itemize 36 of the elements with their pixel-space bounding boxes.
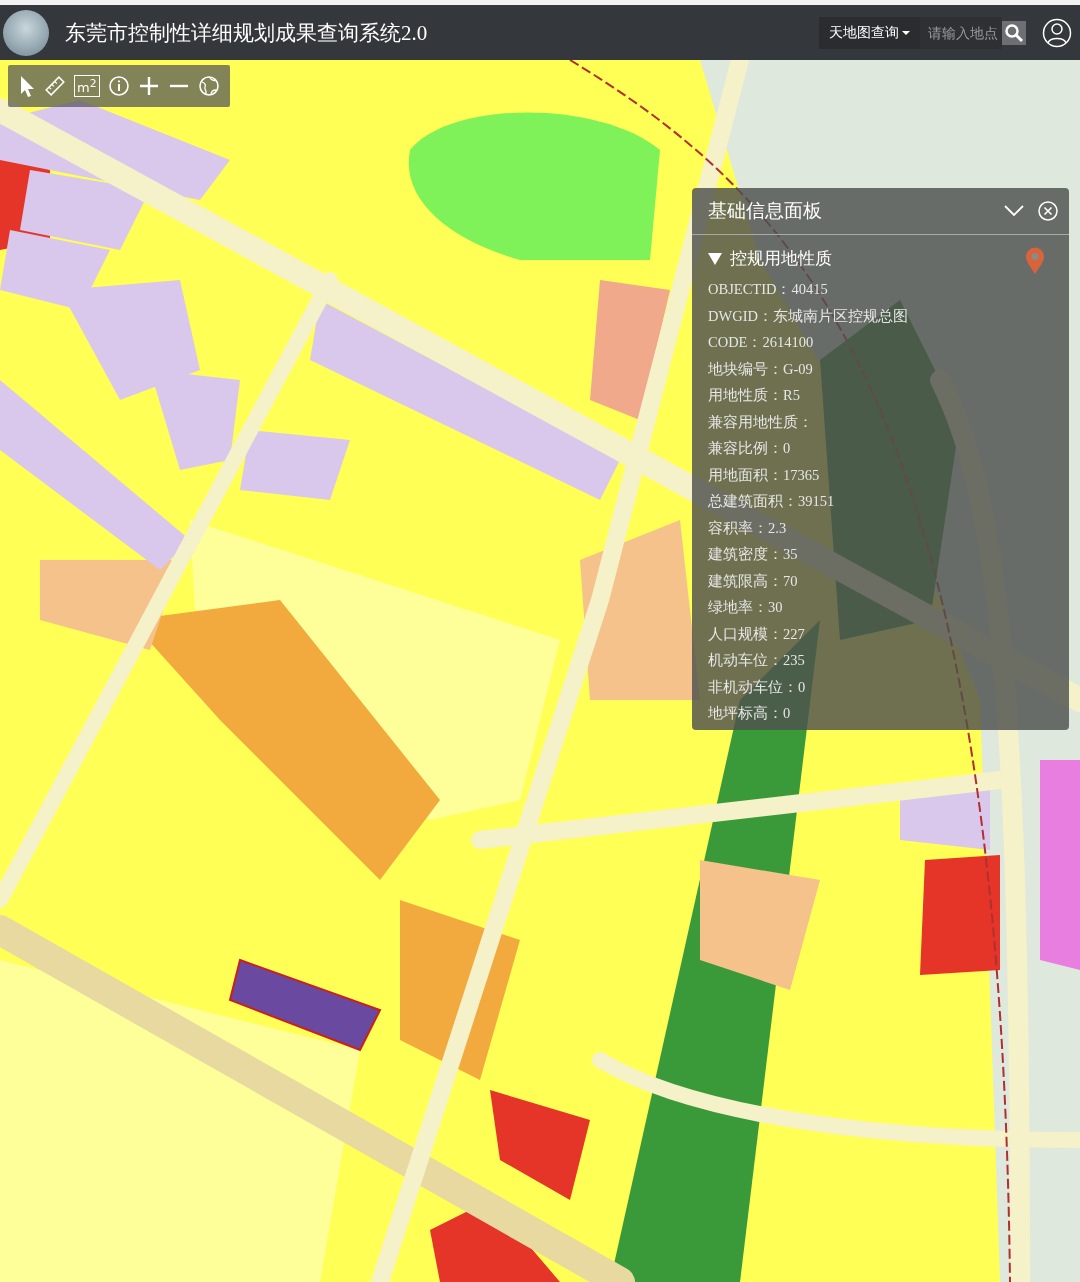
attribute-row-text: 绿地率：30 [708,598,784,617]
zoom-in-icon[interactable] [137,75,160,97]
attribute-row-text: DWGID：东城南片区控规总图 [708,306,909,326]
search-field[interactable]: 请输入地点 [920,16,1002,49]
caret-icon [902,30,910,35]
search-button[interactable] [1002,20,1026,45]
pointer-icon[interactable] [18,74,36,98]
info-icon[interactable] [107,75,130,97]
panel-title: 基础信息面板 [708,198,823,223]
close-icon[interactable] [1037,200,1059,222]
attribute-row-text: 建筑密度：35 [708,545,799,564]
user-icon[interactable] [1042,17,1072,48]
ruler-icon[interactable] [44,75,66,97]
attribute-row-text: CODE：2614100 [708,333,815,352]
attribute-row-text: 容积率：2.3 [708,518,788,538]
attribute-row-text: 机动车位：235 [708,651,806,670]
logo-emblem [3,9,49,56]
chevron-down-icon[interactable] [1003,204,1025,218]
area-measure-button[interactable]: m$^{2}$ [74,74,100,98]
section-title[interactable]: 控规用地性质 [730,247,832,270]
attribute-row-text: 非机动车位：0 [708,677,807,697]
location-pin-icon [1025,247,1045,275]
app-title: 东莞市控制性详细规划成果查询系统2.0 [65,19,429,47]
attribute-row-text: 总建筑面积：39151 [708,492,836,511]
attribute-row-text: 兼容用地性质： [708,412,814,432]
attribute-row-text: 地坪标高：0 [708,704,792,723]
attribute-row-text: 兼容比例：0 [708,439,792,458]
map-search-dropdown[interactable]: 天地图查询 [819,16,920,49]
expand-triangle-icon[interactable] [708,252,722,265]
attribute-row-text: 地块编号：G-09 [708,359,814,379]
attribute-row-text: 用地面积：17365 [708,465,821,485]
attribute-row-text: 人口规模：227 [708,624,806,644]
attribute-row-text: OBJECTID：40415 [708,280,829,299]
globe-icon[interactable] [197,75,220,97]
attribute-row-text: 建筑限高：70 [708,571,799,591]
attribute-row-text: 用地性质：R5 [708,386,801,405]
